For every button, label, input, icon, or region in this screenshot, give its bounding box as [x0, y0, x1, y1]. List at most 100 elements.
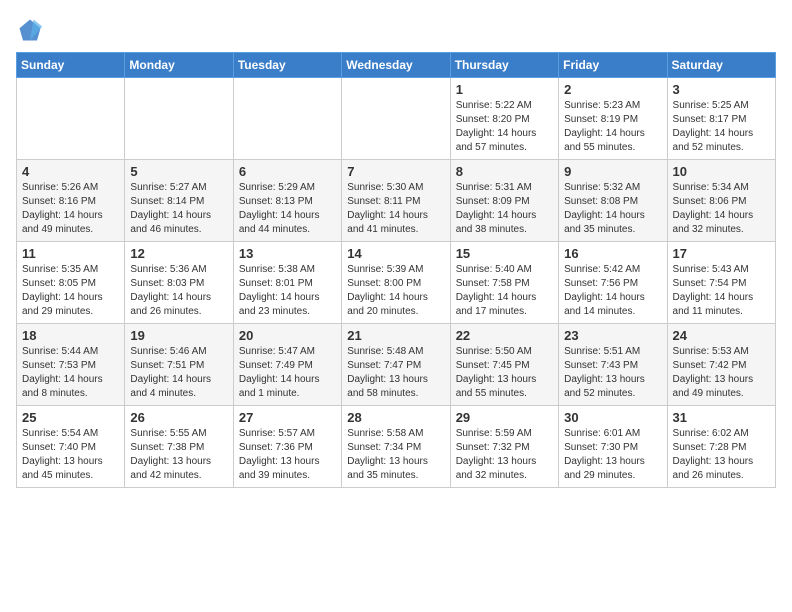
- day-info: Sunrise: 5:50 AM Sunset: 7:45 PM Dayligh…: [456, 345, 553, 401]
- day-number: 13: [239, 246, 336, 261]
- week-row-2: 4 Sunrise: 5:26 AM Sunset: 8:16 PM Daylig…: [17, 160, 776, 242]
- day-cell: 20 Sunrise: 5:47 AM Sunset: 7:49 PM Dayli…: [233, 324, 341, 406]
- day-info: Sunrise: 5:53 AM Sunset: 7:42 PM Dayligh…: [673, 345, 770, 401]
- day-cell: 31 Sunrise: 6:02 AM Sunset: 7:28 PM Dayli…: [667, 406, 775, 488]
- day-cell: 10 Sunrise: 5:34 AM Sunset: 8:06 PM Dayli…: [667, 160, 775, 242]
- day-cell: 28 Sunrise: 5:58 AM Sunset: 7:34 PM Dayli…: [342, 406, 450, 488]
- logo: [16, 16, 48, 44]
- day-number: 14: [347, 246, 444, 261]
- day-cell: 27Sunrise: 5:57 AM Sunset: 7:36 PM Dayli…: [233, 406, 341, 488]
- day-cell: 13 Sunrise: 5:38 AM Sunset: 8:01 PM Dayli…: [233, 242, 341, 324]
- day-cell: 26 Sunrise: 5:55 AM Sunset: 7:38 PM Dayli…: [125, 406, 233, 488]
- day-info: Sunrise: 5:27 AM Sunset: 8:14 PM Dayligh…: [130, 181, 227, 237]
- week-row-5: 25 Sunrise: 5:54 AM Sunset: 7:40 PM Dayli…: [17, 406, 776, 488]
- day-number: 20: [239, 328, 336, 343]
- day-info: Sunrise: 5:48 AM Sunset: 7:47 PM Dayligh…: [347, 345, 444, 401]
- day-info: Sunrise: 5:58 AM Sunset: 7:34 PM Dayligh…: [347, 427, 444, 483]
- day-info: Sunrise: 5:46 AM Sunset: 7:51 PM Dayligh…: [130, 345, 227, 401]
- day-cell: 5 Sunrise: 5:27 AM Sunset: 8:14 PM Daylig…: [125, 160, 233, 242]
- day-cell: 9 Sunrise: 5:32 AM Sunset: 8:08 PM Daylig…: [559, 160, 667, 242]
- day-number: 3: [673, 82, 770, 97]
- day-number: 10: [673, 164, 770, 179]
- day-cell: 14 Sunrise: 5:39 AM Sunset: 8:00 PM Dayli…: [342, 242, 450, 324]
- day-number: 1: [456, 82, 553, 97]
- day-number: 2: [564, 82, 661, 97]
- day-number: 28: [347, 410, 444, 425]
- day-info: Sunrise: 5:25 AM Sunset: 8:17 PM Dayligh…: [673, 99, 770, 155]
- day-number: 4: [22, 164, 119, 179]
- column-header-tuesday: Tuesday: [233, 53, 341, 78]
- day-number: 6: [239, 164, 336, 179]
- day-cell: 1Sunrise: 5:22 AM Sunset: 8:20 PM Daylig…: [450, 78, 558, 160]
- day-info: Sunrise: 5:34 AM Sunset: 8:06 PM Dayligh…: [673, 181, 770, 237]
- day-info: Sunrise: 5:59 AM Sunset: 7:32 PM Dayligh…: [456, 427, 553, 483]
- day-info: Sunrise: 5:30 AM Sunset: 8:11 PM Dayligh…: [347, 181, 444, 237]
- day-cell: 8Sunrise: 5:31 AM Sunset: 8:09 PM Daylig…: [450, 160, 558, 242]
- day-number: 9: [564, 164, 661, 179]
- day-info: Sunrise: 5:39 AM Sunset: 8:00 PM Dayligh…: [347, 263, 444, 319]
- day-cell: 6 Sunrise: 5:29 AM Sunset: 8:13 PM Daylig…: [233, 160, 341, 242]
- day-number: 22: [456, 328, 553, 343]
- logo-icon: [16, 16, 44, 44]
- week-row-3: 11 Sunrise: 5:35 AM Sunset: 8:05 PM Dayli…: [17, 242, 776, 324]
- day-cell: 24 Sunrise: 5:53 AM Sunset: 7:42 PM Dayli…: [667, 324, 775, 406]
- day-number: 29: [456, 410, 553, 425]
- day-info: Sunrise: 5:54 AM Sunset: 7:40 PM Dayligh…: [22, 427, 119, 483]
- day-info: Sunrise: 5:35 AM Sunset: 8:05 PM Dayligh…: [22, 263, 119, 319]
- day-cell: 29 Sunrise: 5:59 AM Sunset: 7:32 PM Dayli…: [450, 406, 558, 488]
- day-info: Sunrise: 5:32 AM Sunset: 8:08 PM Dayligh…: [564, 181, 661, 237]
- day-cell: [125, 78, 233, 160]
- day-cell: 19 Sunrise: 5:46 AM Sunset: 7:51 PM Dayli…: [125, 324, 233, 406]
- day-info: Sunrise: 5:42 AM Sunset: 7:56 PM Dayligh…: [564, 263, 661, 319]
- week-row-1: 1Sunrise: 5:22 AM Sunset: 8:20 PM Daylig…: [17, 78, 776, 160]
- day-cell: 2Sunrise: 5:23 AM Sunset: 8:19 PM Daylig…: [559, 78, 667, 160]
- header-row: SundayMondayTuesdayWednesdayThursdayFrid…: [17, 53, 776, 78]
- day-number: 15: [456, 246, 553, 261]
- day-number: 8: [456, 164, 553, 179]
- day-cell: 17 Sunrise: 5:43 AM Sunset: 7:54 PM Dayli…: [667, 242, 775, 324]
- calendar: SundayMondayTuesdayWednesdayThursdayFrid…: [16, 52, 776, 488]
- day-number: 23: [564, 328, 661, 343]
- day-cell: 3 Sunrise: 5:25 AM Sunset: 8:17 PM Daylig…: [667, 78, 775, 160]
- day-cell: 22 Sunrise: 5:50 AM Sunset: 7:45 PM Dayli…: [450, 324, 558, 406]
- day-cell: 12 Sunrise: 5:36 AM Sunset: 8:03 PM Dayli…: [125, 242, 233, 324]
- day-number: 18: [22, 328, 119, 343]
- day-cell: [233, 78, 341, 160]
- day-info: Sunrise: 5:29 AM Sunset: 8:13 PM Dayligh…: [239, 181, 336, 237]
- day-number: 12: [130, 246, 227, 261]
- day-number: 24: [673, 328, 770, 343]
- day-info: Sunrise: 5:43 AM Sunset: 7:54 PM Dayligh…: [673, 263, 770, 319]
- day-cell: 15 Sunrise: 5:40 AM Sunset: 7:58 PM Dayli…: [450, 242, 558, 324]
- day-number: 31: [673, 410, 770, 425]
- day-number: 17: [673, 246, 770, 261]
- day-number: 26: [130, 410, 227, 425]
- day-info: Sunrise: 5:38 AM Sunset: 8:01 PM Dayligh…: [239, 263, 336, 319]
- day-number: 19: [130, 328, 227, 343]
- day-number: 7: [347, 164, 444, 179]
- day-number: 11: [22, 246, 119, 261]
- column-header-thursday: Thursday: [450, 53, 558, 78]
- week-row-4: 18Sunrise: 5:44 AM Sunset: 7:53 PM Dayli…: [17, 324, 776, 406]
- day-info: Sunrise: 5:26 AM Sunset: 8:16 PM Dayligh…: [22, 181, 119, 237]
- day-info: Sunrise: 5:40 AM Sunset: 7:58 PM Dayligh…: [456, 263, 553, 319]
- day-cell: 11 Sunrise: 5:35 AM Sunset: 8:05 PM Dayli…: [17, 242, 125, 324]
- day-number: 5: [130, 164, 227, 179]
- day-info: Sunrise: 5:47 AM Sunset: 7:49 PM Dayligh…: [239, 345, 336, 401]
- day-info: Sunrise: 5:36 AM Sunset: 8:03 PM Dayligh…: [130, 263, 227, 319]
- day-number: 16: [564, 246, 661, 261]
- day-cell: 21 Sunrise: 5:48 AM Sunset: 7:47 PM Dayli…: [342, 324, 450, 406]
- column-header-friday: Friday: [559, 53, 667, 78]
- day-cell: [17, 78, 125, 160]
- day-info: Sunrise: 6:02 AM Sunset: 7:28 PM Dayligh…: [673, 427, 770, 483]
- day-cell: 30Sunrise: 6:01 AM Sunset: 7:30 PM Dayli…: [559, 406, 667, 488]
- header-area: [16, 16, 776, 44]
- day-info: Sunrise: 5:51 AM Sunset: 7:43 PM Dayligh…: [564, 345, 661, 401]
- day-number: 27: [239, 410, 336, 425]
- day-cell: 16 Sunrise: 5:42 AM Sunset: 7:56 PM Dayli…: [559, 242, 667, 324]
- column-header-wednesday: Wednesday: [342, 53, 450, 78]
- day-info: Sunrise: 5:55 AM Sunset: 7:38 PM Dayligh…: [130, 427, 227, 483]
- column-header-saturday: Saturday: [667, 53, 775, 78]
- day-number: 21: [347, 328, 444, 343]
- day-number: 25: [22, 410, 119, 425]
- day-cell: 4 Sunrise: 5:26 AM Sunset: 8:16 PM Daylig…: [17, 160, 125, 242]
